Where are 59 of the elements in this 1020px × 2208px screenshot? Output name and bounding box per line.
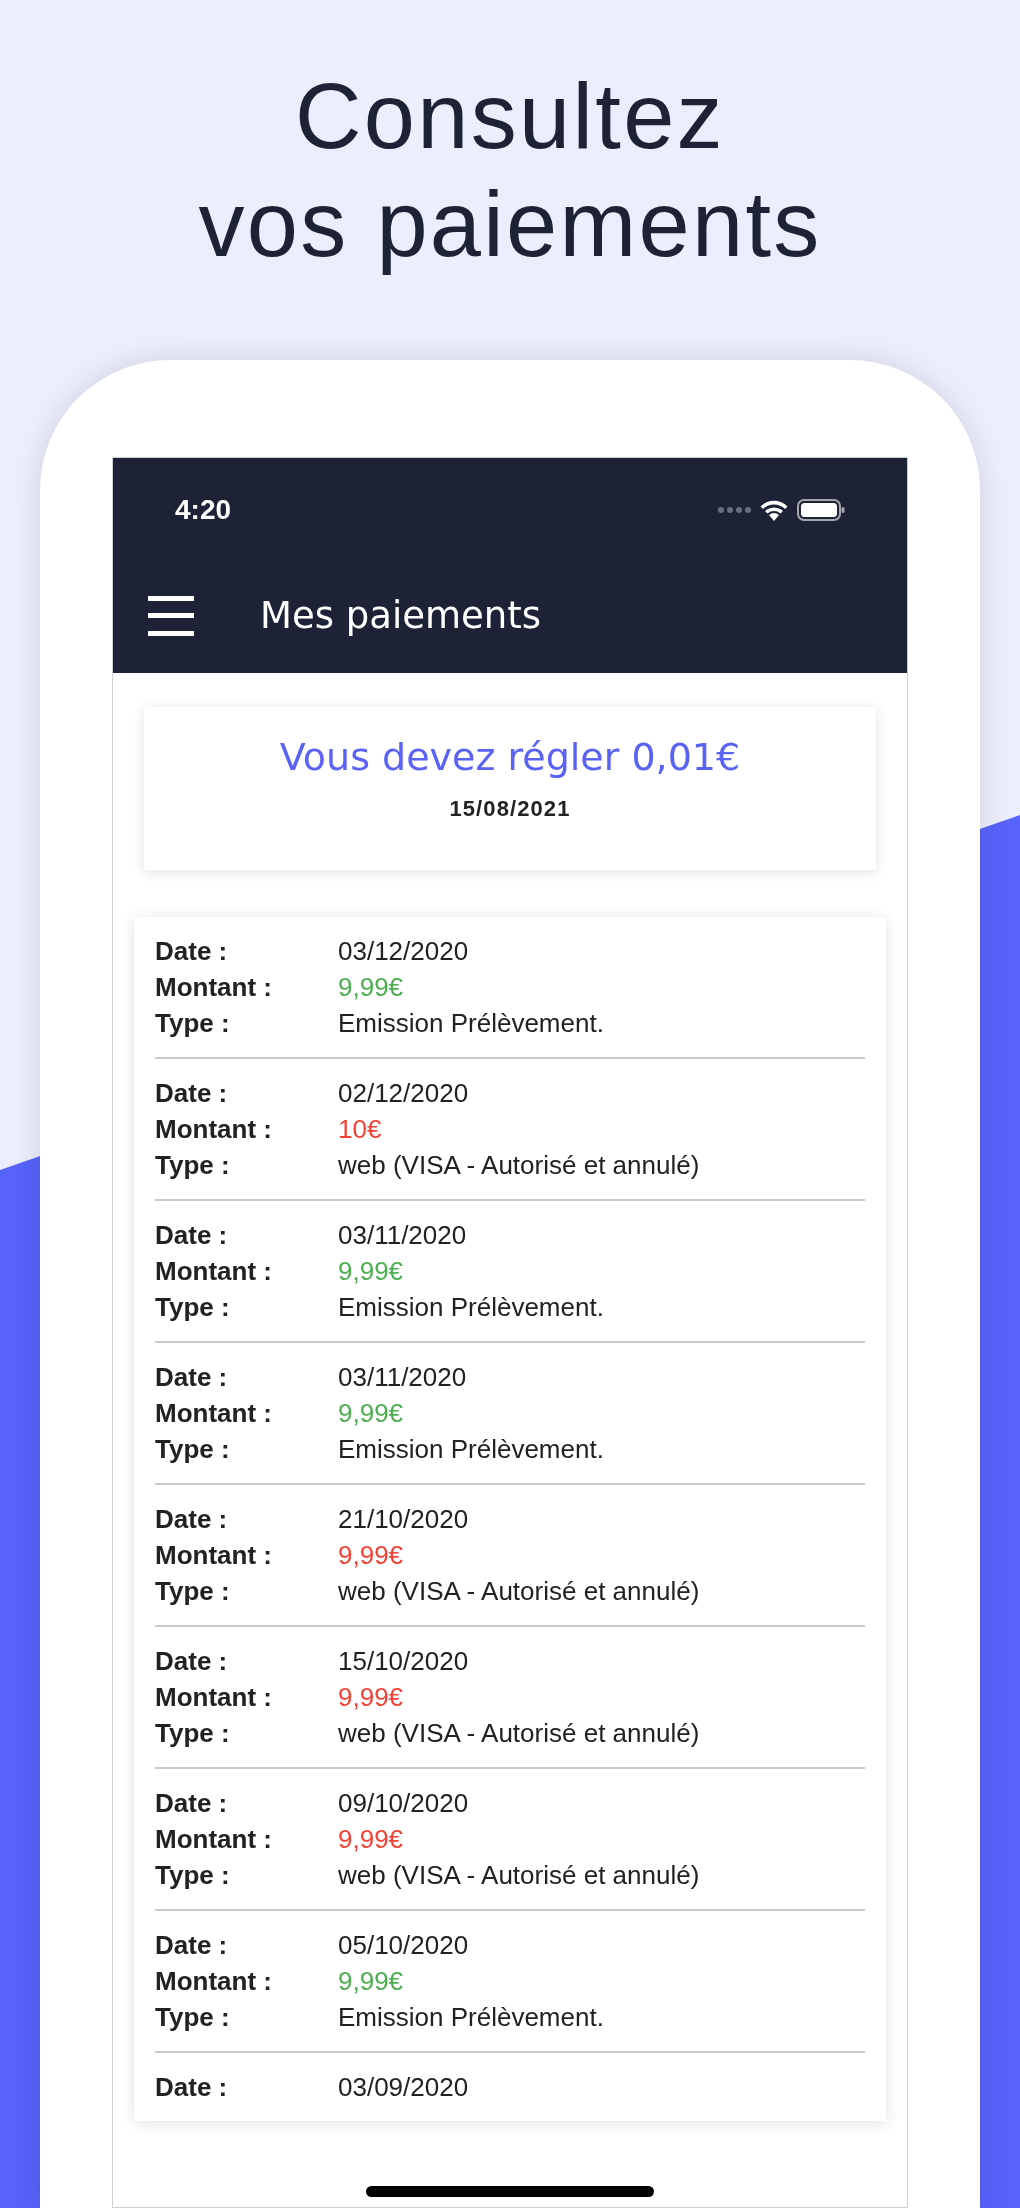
field-label: Montant :: [155, 1681, 273, 1714]
field-value: web (VISA - Autorisé et annulé): [338, 1717, 700, 1750]
field-label: Montant :: [155, 1539, 273, 1572]
field-value: 9,99€: [338, 971, 404, 1004]
field-label: Type :: [155, 1433, 231, 1466]
field-value: 21/10/2020: [338, 1503, 469, 1536]
field-value: Emission Prélèvement.: [338, 2001, 604, 2034]
field-label: Date :: [155, 1219, 229, 1252]
battery-icon: [797, 498, 845, 522]
field-label: Montant :: [155, 971, 273, 1004]
field-label: Type :: [155, 1575, 231, 1608]
field-value: web (VISA - Autorisé et annulé): [338, 1859, 700, 1892]
field-value: 09/10/2020: [338, 1787, 469, 1820]
field-value: 9,99€: [338, 1681, 404, 1714]
field-label: Date :: [155, 1645, 229, 1678]
field-label: Date :: [155, 1787, 229, 1820]
field-value: 03/12/2020: [338, 935, 469, 968]
headline: vos paiements: [198, 172, 822, 277]
field-value: 15/10/2020: [338, 1645, 469, 1678]
balance-date: 15/08/2021: [449, 795, 571, 823]
field-value: 9,99€: [338, 1397, 404, 1430]
field-value: 9,99€: [338, 1823, 404, 1856]
field-label: Type :: [155, 1291, 231, 1324]
field-value: 9,99€: [338, 1255, 404, 1288]
field-value: 03/09/2020: [338, 2071, 469, 2104]
wifi-icon: [759, 499, 789, 521]
field-label: Type :: [155, 1717, 231, 1750]
field-value: 10€: [338, 1113, 382, 1146]
balance-message: Vous devez régler 0,01€: [279, 734, 741, 781]
field-value: 02/12/2020: [338, 1077, 469, 1110]
field-label: Type :: [155, 1007, 231, 1040]
field-value: 9,99€: [338, 1965, 404, 1998]
field-value: 05/10/2020: [338, 1929, 469, 1962]
field-label: Date :: [155, 2071, 229, 2104]
status-time: 4:20: [175, 493, 232, 527]
field-value: web (VISA - Autorisé et annulé): [338, 1149, 700, 1182]
field-value: web (VISA - Autorisé et annulé): [338, 1575, 700, 1608]
signal-icon: [717, 506, 751, 514]
field-value: Emission Prélèvement.: [338, 1007, 604, 1040]
field-label: Date :: [155, 1361, 229, 1394]
field-label: Montant :: [155, 1965, 273, 1998]
field-label: Montant :: [155, 1397, 273, 1430]
field-value: 03/11/2020: [338, 1361, 467, 1394]
headline: Consultez: [295, 64, 725, 169]
field-label: Type :: [155, 2001, 231, 2034]
field-label: Date :: [155, 1077, 229, 1110]
field-label: Date :: [155, 1929, 229, 1962]
field-label: Date :: [155, 1503, 229, 1536]
field-label: Montant :: [155, 1113, 273, 1146]
field-label: Type :: [155, 1149, 231, 1182]
field-value: 9,99€: [338, 1539, 404, 1572]
app-title: Mes paiements: [260, 592, 541, 639]
field-value: Emission Prélèvement.: [338, 1291, 604, 1324]
field-label: Montant :: [155, 1255, 273, 1288]
field-label: Montant :: [155, 1823, 273, 1856]
field-value: Emission Prélèvement.: [338, 1433, 604, 1466]
field-label: Type :: [155, 1859, 231, 1892]
field-label: Date :: [155, 935, 229, 968]
field-value: 03/11/2020: [338, 1219, 467, 1252]
